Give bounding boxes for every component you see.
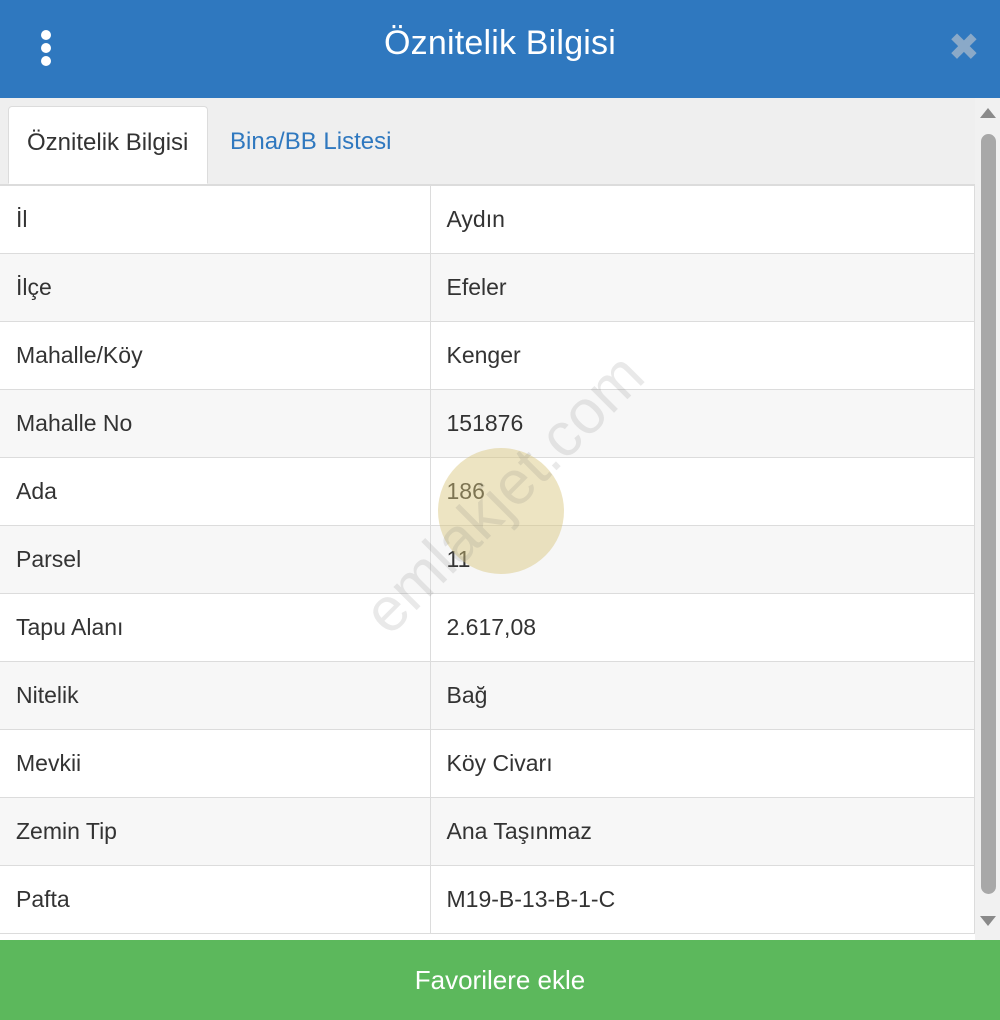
table-row: Mevkii Köy Civarı bbox=[0, 729, 975, 798]
table-row: İl Aydın bbox=[0, 185, 975, 254]
attribute-key: İl bbox=[0, 185, 431, 254]
attribute-value: Kenger bbox=[429, 321, 975, 390]
attribute-key: İlçe bbox=[0, 253, 431, 322]
add-to-favorites-button[interactable]: Favorilere ekle bbox=[0, 940, 1000, 1020]
attribute-value: 2.617,08 bbox=[429, 593, 975, 662]
attribute-key: Ada bbox=[0, 457, 431, 526]
attribute-key: Nitelik bbox=[0, 661, 431, 730]
dialog-header: Öznitelik Bilgisi ✖ bbox=[0, 0, 1000, 98]
scrollbar[interactable] bbox=[975, 98, 1000, 940]
attribute-key: Mahalle No bbox=[0, 389, 431, 458]
dialog-title: Öznitelik Bilgisi bbox=[383, 24, 617, 62]
table-row: Tapu Alanı 2.617,08 bbox=[0, 593, 975, 662]
attribute-value: Bağ bbox=[429, 661, 975, 730]
table-row: Mahalle/Köy Kenger bbox=[0, 321, 975, 390]
scroll-up-arrow-icon[interactable] bbox=[980, 108, 996, 118]
scroll-thumb[interactable] bbox=[981, 134, 996, 894]
close-icon[interactable]: ✖ bbox=[948, 29, 980, 67]
tab-bar: Öznitelik Bilgisi Bina/BB Listesi bbox=[0, 98, 975, 185]
table-row: İlçe Efeler bbox=[0, 253, 975, 322]
table-row: Parsel 11 bbox=[0, 525, 975, 594]
table-row: Zemin Tip Ana Taşınmaz bbox=[0, 797, 975, 866]
attribute-key: Parsel bbox=[0, 525, 431, 594]
attribute-key: Mahalle/Köy bbox=[0, 321, 431, 390]
table-row: Nitelik Bağ bbox=[0, 661, 975, 730]
tab-oznitelik-bilgisi[interactable]: Öznitelik Bilgisi bbox=[8, 106, 208, 184]
table-row: Pafta M19-B-13-B-1-C bbox=[0, 865, 975, 934]
table-row: Mahalle No 151876 bbox=[0, 389, 975, 458]
attribute-value: 151876 bbox=[429, 389, 975, 458]
attribute-value: 11 bbox=[429, 525, 975, 594]
attribute-key: Mevkii bbox=[0, 729, 431, 798]
tab-bina-bb-listesi[interactable]: Bina/BB Listesi bbox=[212, 106, 409, 184]
attribute-value: 186 bbox=[429, 457, 975, 526]
attribute-key: Pafta bbox=[0, 865, 431, 934]
attribute-value: Ana Taşınmaz bbox=[429, 797, 975, 866]
dialog-content: Öznitelik Bilgisi Bina/BB Listesi İl Aydı… bbox=[0, 98, 975, 940]
attribute-value: Köy Civarı bbox=[429, 729, 975, 798]
attribute-value: M19-B-13-B-1-C bbox=[429, 865, 975, 934]
attribute-key: Zemin Tip bbox=[0, 797, 431, 866]
attribute-value: Aydın bbox=[429, 185, 975, 254]
scroll-down-arrow-icon[interactable] bbox=[980, 916, 996, 926]
table-row: Ada 186 bbox=[0, 457, 975, 526]
attribute-value: Efeler bbox=[429, 253, 975, 322]
attribute-key: Tapu Alanı bbox=[0, 593, 431, 662]
attribute-table: İl Aydın İlçe Efeler Mahalle/Köy Kenger Mahall… bbox=[0, 185, 975, 934]
